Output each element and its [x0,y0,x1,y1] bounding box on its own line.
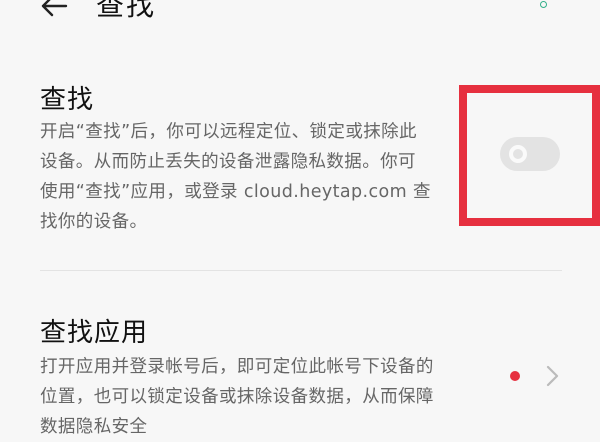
description-line: 使用“查找”应用，或登录 cloud.heytap.com 查 [40,182,431,202]
header: 查找 [0,0,600,30]
find-app-section-description: 打开应用并登录帐号后，即可定位此帐号下设备的 位置，也可以锁定设备或抹除设备数据… [40,352,434,442]
description-line: 设备。从而防止丢失的设备泄露隐私数据。你可 [40,152,416,172]
toggle-knob [509,145,527,163]
description-line: 数据隐私安全 [40,417,148,437]
description-line: 找你的设备。 [40,212,148,232]
back-button[interactable] [36,0,72,24]
description-line: 打开应用并登录帐号后，即可定位此帐号下设备的 [40,357,434,377]
find-section-title: 查找 [40,85,95,115]
arrow-left-icon [41,0,68,17]
find-toggle-switch[interactable] [500,137,560,171]
find-app-open-button[interactable] [542,362,562,390]
chevron-right-icon [546,365,559,387]
find-app-section-title: 查找应用 [40,318,149,348]
find-section-description: 开启“查找”后，你可以远程定位、锁定或抹除此 设备。从而防止丢失的设备泄露隐私数… [40,117,431,237]
description-line: 位置，也可以锁定设备或抹除设备数据，从而保障 [40,387,434,407]
divider [40,270,562,271]
description-line: 开启“查找”后，你可以远程定位、锁定或抹除此 [40,122,417,142]
notification-badge [510,371,520,381]
page-title: 查找 [96,0,157,22]
status-indicator-icon [540,1,547,8]
